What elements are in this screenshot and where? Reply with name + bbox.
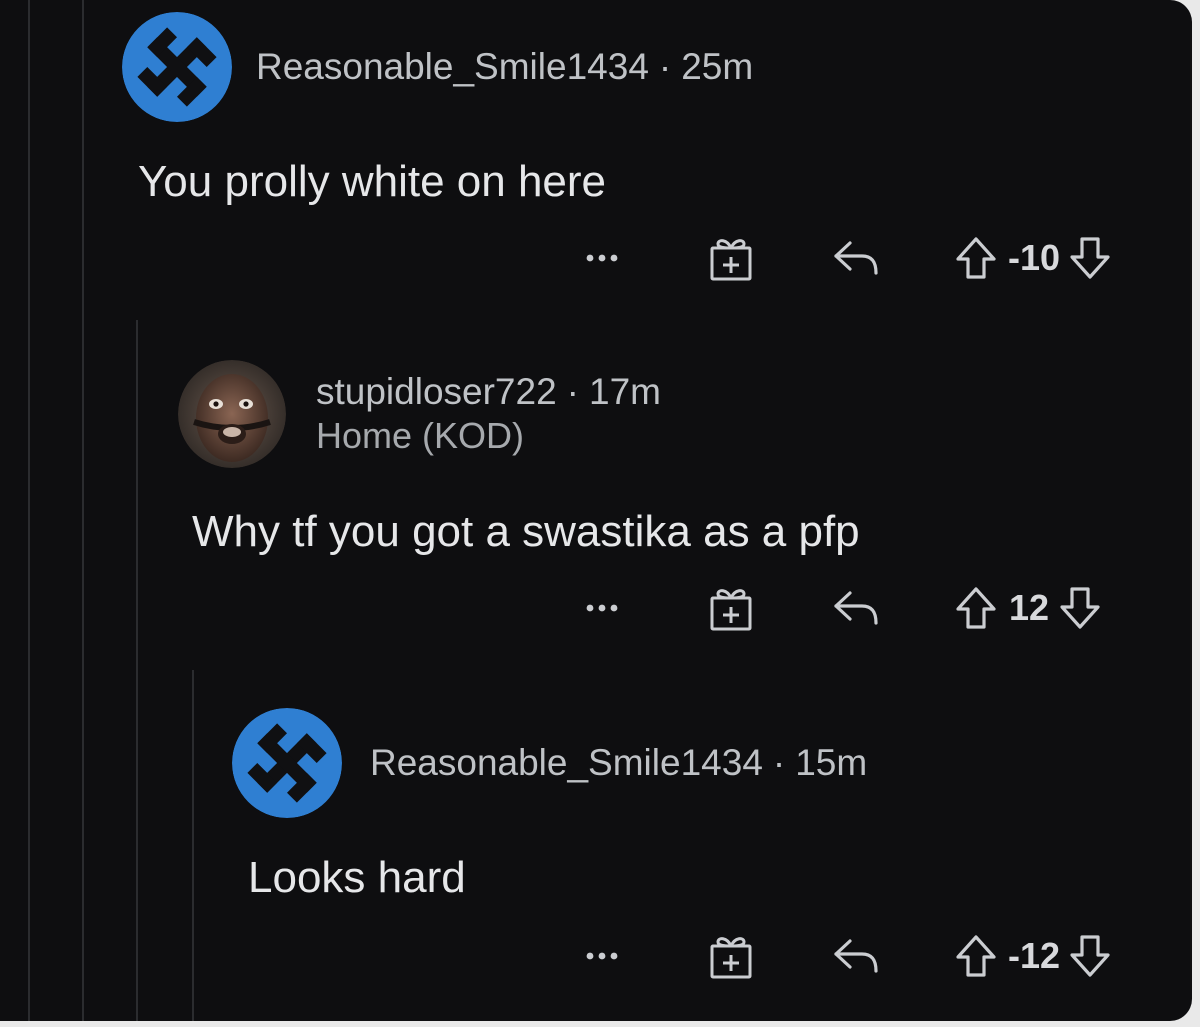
swastika-avatar-icon [122, 12, 232, 122]
upvote-icon[interactable] [954, 235, 998, 281]
vote-score: 12 [1008, 587, 1050, 628]
downvote-icon[interactable] [1058, 585, 1102, 631]
meta-separator: · [658, 46, 672, 87]
username[interactable]: stupidloser722 [316, 371, 557, 412]
more-options-icon[interactable] [578, 584, 626, 632]
thread-line-level-3[interactable] [192, 670, 194, 1021]
comment-thread-screen: Reasonable_Smile1434 · 25m You prolly whit… [0, 0, 1192, 1021]
reply-icon[interactable] [830, 933, 882, 979]
reply-icon[interactable] [830, 585, 882, 631]
comment-timestamp: 25m [681, 46, 754, 87]
thread-line-level-0[interactable] [28, 0, 30, 1021]
photo-avatar [178, 360, 286, 468]
reply-icon[interactable] [830, 235, 882, 281]
downvote-icon[interactable] [1068, 235, 1112, 281]
thread-line-level-1[interactable] [82, 0, 84, 1021]
gift-award-icon[interactable] [706, 233, 756, 283]
user-avatar[interactable] [232, 708, 342, 818]
more-options-icon[interactable] [578, 234, 626, 282]
user-avatar[interactable] [122, 12, 232, 122]
meta-separator: · [772, 742, 786, 783]
downvote-icon[interactable] [1068, 933, 1112, 979]
vote-score: -10 [1008, 237, 1061, 278]
comment-meta-line: Reasonable_Smile1434 · 15m [370, 741, 867, 785]
meta-separator: · [566, 371, 579, 412]
gift-award-icon[interactable] [706, 931, 756, 981]
user-flair: Home (KOD) [316, 415, 525, 456]
comment-meta: Reasonable_Smile1434 · 25m [256, 45, 753, 89]
comment-body: You prolly white on here [138, 157, 607, 206]
comment-header: stupidloser722 · 17m Home (KOD) [178, 360, 661, 468]
comment-meta-line: Reasonable_Smile1434 · 25m [256, 45, 753, 89]
comment-timestamp: 15m [795, 742, 868, 783]
comment-actions: -12 [578, 932, 1112, 980]
upvote-icon[interactable] [954, 933, 998, 979]
comment-meta: Reasonable_Smile1434 · 15m [370, 741, 867, 785]
comment-meta: stupidloser722 · 17m Home (KOD) [316, 370, 661, 458]
comment-body: Why tf you got a swastika as a pfp [192, 507, 860, 556]
upvote-icon[interactable] [954, 585, 998, 631]
comment-header: Reasonable_Smile1434 · 15m [232, 708, 867, 818]
username[interactable]: Reasonable_Smile1434 [370, 742, 763, 783]
swastika-avatar-icon [232, 708, 342, 818]
comment-header: Reasonable_Smile1434 · 25m [122, 12, 753, 122]
username[interactable]: Reasonable_Smile1434 [256, 46, 649, 87]
user-avatar[interactable] [178, 360, 286, 468]
comment-timestamp: 17m [589, 371, 661, 412]
vote-score: -12 [1008, 935, 1061, 976]
more-options-icon[interactable] [578, 932, 626, 980]
comment-meta-line: stupidloser722 · 17m [316, 370, 661, 414]
gift-award-icon[interactable] [706, 583, 756, 633]
thread-line-level-2[interactable] [136, 320, 138, 1021]
comment-body: Looks hard [248, 853, 466, 902]
comment-actions: -10 [578, 234, 1112, 282]
comment-actions: 12 [578, 584, 1102, 632]
